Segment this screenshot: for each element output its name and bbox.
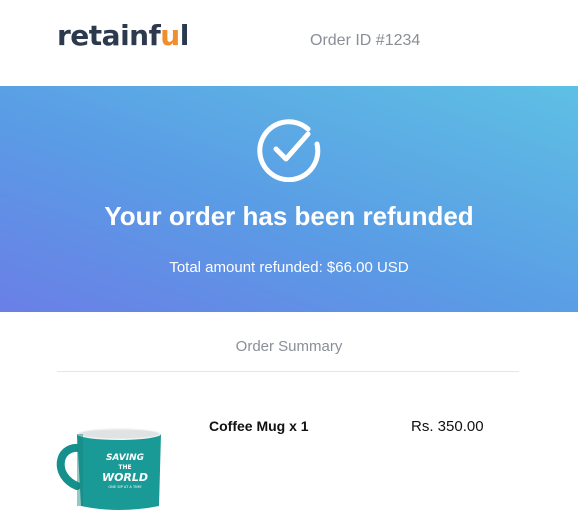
check-circle-icon	[257, 119, 321, 182]
summary-divider	[57, 371, 519, 372]
product-price: Rs. 350.00	[411, 418, 484, 435]
refund-amount: Total amount refunded: $66.00 USD	[169, 259, 409, 276]
mug-text-line-4: ONE SIP AT A TIME	[108, 485, 142, 489]
coffee-mug-image: SAVING THE WORLD ONE SIP AT A TIME	[56, 428, 161, 510]
logo-text-main: retainf	[57, 19, 161, 52]
order-summary-title: Order Summary	[235, 338, 343, 355]
retainful-logo[interactable]: retainful	[57, 18, 189, 54]
product-name: Coffee Mug x 1	[209, 418, 309, 434]
email-header: retainful Order ID #1234	[0, 0, 578, 86]
mug-text-line-2: THE	[118, 464, 131, 471]
refund-heading: Your order has been refunded	[104, 201, 474, 231]
logo-text-accent: u	[160, 19, 180, 52]
logo-text-end: l	[179, 19, 190, 52]
mug-text-line-3: WORLD	[102, 471, 148, 484]
mug-text-line-1: SAVING	[106, 453, 144, 463]
refund-banner: Your order has been refunded Total amoun…	[0, 86, 578, 312]
order-id: Order ID #1234	[310, 32, 421, 49]
